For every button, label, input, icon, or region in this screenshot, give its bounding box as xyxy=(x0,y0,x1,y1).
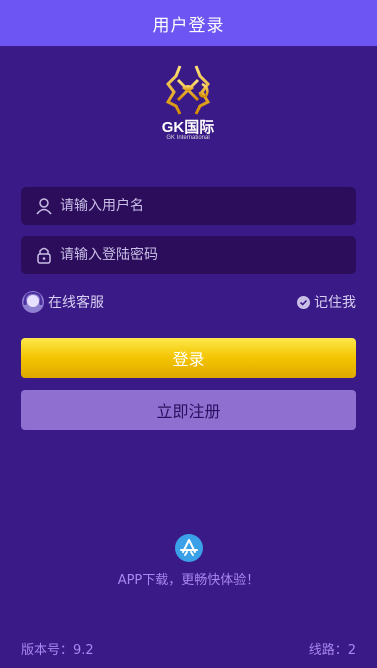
login-button[interactable]: 登录 xyxy=(21,338,356,378)
login-button-label: 登录 xyxy=(172,350,205,369)
check-circle-icon xyxy=(297,295,310,309)
brand-name: GK国际 xyxy=(161,119,215,136)
username-field[interactable] xyxy=(21,187,356,225)
brand-logo: GK国际 GK International xyxy=(150,62,226,146)
register-button-label: 立即注册 xyxy=(156,402,221,421)
register-button[interactable]: 立即注册 xyxy=(21,390,356,430)
user-icon xyxy=(36,197,52,215)
username-input[interactable] xyxy=(60,198,320,214)
remember-me-toggle[interactable]: 记住我 xyxy=(297,292,356,312)
options-row: 在线客服 记住我 xyxy=(21,290,356,314)
footer: 版本号：9.2 线路：2 xyxy=(21,639,356,658)
app-store-icon[interactable] xyxy=(175,534,203,562)
page-title: 用户登录 xyxy=(152,15,225,36)
line-selector[interactable]: 线路：2 xyxy=(309,639,356,658)
password-field[interactable] xyxy=(21,236,356,274)
password-input[interactable] xyxy=(60,247,320,263)
online-service-label: 在线客服 xyxy=(48,295,104,311)
brand-subtitle: GK International xyxy=(166,135,210,141)
remember-me-label: 记住我 xyxy=(314,295,356,311)
version-label: 版本号：9.2 xyxy=(21,643,94,658)
customer-service-icon xyxy=(21,290,45,314)
lock-icon xyxy=(36,246,52,264)
logo-emblem-icon xyxy=(165,65,211,115)
online-service-link[interactable]: 在线客服 xyxy=(21,290,104,314)
app-download-link[interactable]: APP下载，更畅快体验！ xyxy=(0,569,377,588)
top-bar: 用户登录 xyxy=(0,0,377,46)
